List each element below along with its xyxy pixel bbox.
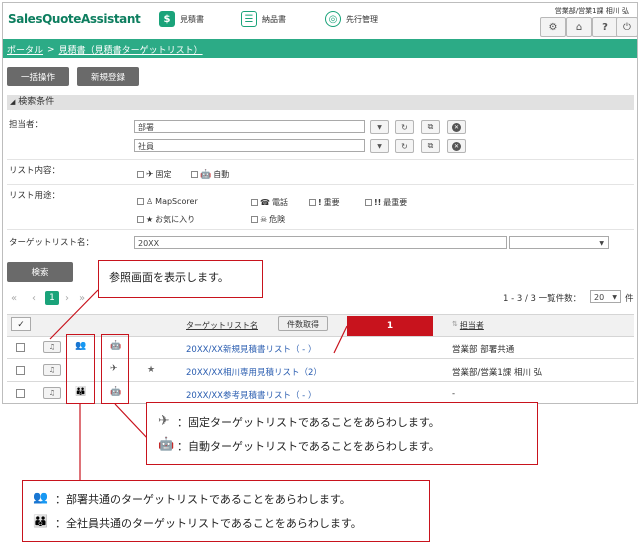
callout-dept-text: ：部署共通のターゲットリストであることをあらわします。 (55, 493, 351, 506)
robot-icon: 🤖 (158, 437, 175, 452)
callout-all-text: ：全社員共通のターゲットリストであることをあらわします。 (55, 517, 362, 530)
callout-fixed-text: ：固定ターゲットリストであることをあらわします。 (177, 416, 440, 429)
callout-content-type: ✈ ：固定ターゲットリストであることをあらわします。 🤖 ：自動ターゲットリスト… (146, 402, 538, 465)
callout-share-scope: 👥 ：部署共通のターゲットリストであることをあらわします。 👪 ：全社員共通のタ… (22, 480, 430, 542)
pin-icon: ✈ (158, 413, 170, 429)
annotation-lines (49, 289, 348, 480)
callout-auto-text: ：自動ターゲットリストであることをあらわします。 (177, 440, 440, 453)
badge-1: 1 (347, 316, 433, 336)
dept-shared-icon: 👥 (33, 490, 48, 504)
all-staff-shared-icon: 👪 (33, 514, 48, 528)
